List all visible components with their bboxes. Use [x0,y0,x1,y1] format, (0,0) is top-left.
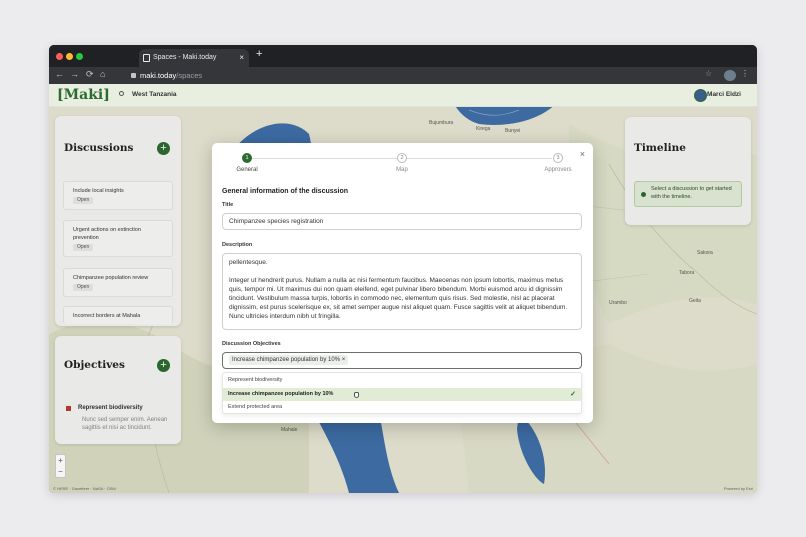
description-textarea[interactable]: pellentesque. Integer ut hendrerit purus… [222,253,582,330]
bookmark-star-icon[interactable]: ☆ [705,69,712,78]
user-avatar[interactable] [694,89,707,102]
dropdown-option[interactable]: Represent biodiversity [223,374,581,387]
reload-icon[interactable]: ⟳ [86,69,94,80]
region-name: West Tanzania [132,91,177,98]
objectives-label: Discussion Objectives [222,341,281,347]
step-1-indicator[interactable]: 1 [242,153,252,163]
objective-chip: Increase chimpanzee population by 10% × [229,355,349,365]
page-icon [143,54,150,62]
app-header: [Maki] West Tanzania Marci Eldzi [49,84,757,107]
title-input[interactable]: Chimpanzee species registration [222,213,582,230]
step-2-indicator[interactable]: 2 [397,153,407,163]
minimize-window-button[interactable] [66,53,73,60]
forward-icon[interactable]: → [70,69,79,79]
back-icon[interactable]: ← [55,69,64,79]
globe-icon [119,91,124,96]
step-3-label: Approvers [544,167,572,173]
browser-tab[interactable]: Spaces - Maki.today × [139,49,249,67]
step-2-label: Map [396,167,408,173]
tab-strip: Spaces - Maki.today × + [49,45,757,67]
lock-icon [131,73,136,78]
browser-window: Spaces - Maki.today × + ← → ⟳ ⌂ maki.tod… [49,45,757,493]
dropdown-option-selected[interactable]: Increase chimpanzee population by 10% ✓ [223,388,581,401]
address-toolbar: ← → ⟳ ⌂ maki.today/spaces ☆ ⋮ [49,67,757,84]
app-viewport: Bujumbura Kirega Bunyei Sakora Tabora Ur… [49,84,757,493]
description-paragraph: Integer ut hendrerit purus. Nullam a nul… [229,277,568,320]
app-logo[interactable]: [Maki] [57,87,110,103]
new-tab-button[interactable]: + [256,48,262,60]
section-heading: General information of the discussion [222,188,349,195]
chip-label: Increase chimpanzee population by 10% [232,357,341,363]
url-host: maki.today [140,71,177,80]
maximize-window-button[interactable] [76,53,83,60]
home-icon[interactable]: ⌂ [100,69,105,79]
title-label: Title [222,202,234,208]
address-bar[interactable]: maki.today/spaces [131,71,202,80]
pointer-cursor-icon [354,392,359,398]
new-discussion-modal: × 1 2 3 General Map Approvers General in… [212,143,593,423]
browser-menu-icon[interactable]: ⋮ [741,69,749,78]
step-connector [407,158,552,159]
objectives-multiselect[interactable]: Increase chimpanzee population by 10% × [222,352,582,369]
option-label: Increase chimpanzee population by 10% [228,391,334,397]
dropdown-option[interactable]: Extend protected area [223,401,581,414]
step-1-label: General [236,167,258,173]
description-paragraph: pellentesque. [229,259,268,266]
description-label: Description [222,242,253,248]
tab-title: Spaces - Maki.today [153,54,217,61]
chip-remove-icon[interactable]: × [342,357,346,363]
step-3-indicator[interactable]: 3 [553,153,563,163]
url-path: /spaces [176,71,203,80]
close-window-button[interactable] [56,53,63,60]
close-icon[interactable]: × [580,149,585,159]
user-name[interactable]: Marci Eldzi [707,91,741,98]
objectives-dropdown: Represent biodiversity Increase chimpanz… [222,372,582,414]
check-icon: ✓ [570,391,576,398]
tab-close-button[interactable]: × [239,49,244,67]
browser-profile-avatar[interactable] [724,70,736,81]
region-selector[interactable]: West Tanzania [119,91,177,98]
step-connector [252,158,397,159]
